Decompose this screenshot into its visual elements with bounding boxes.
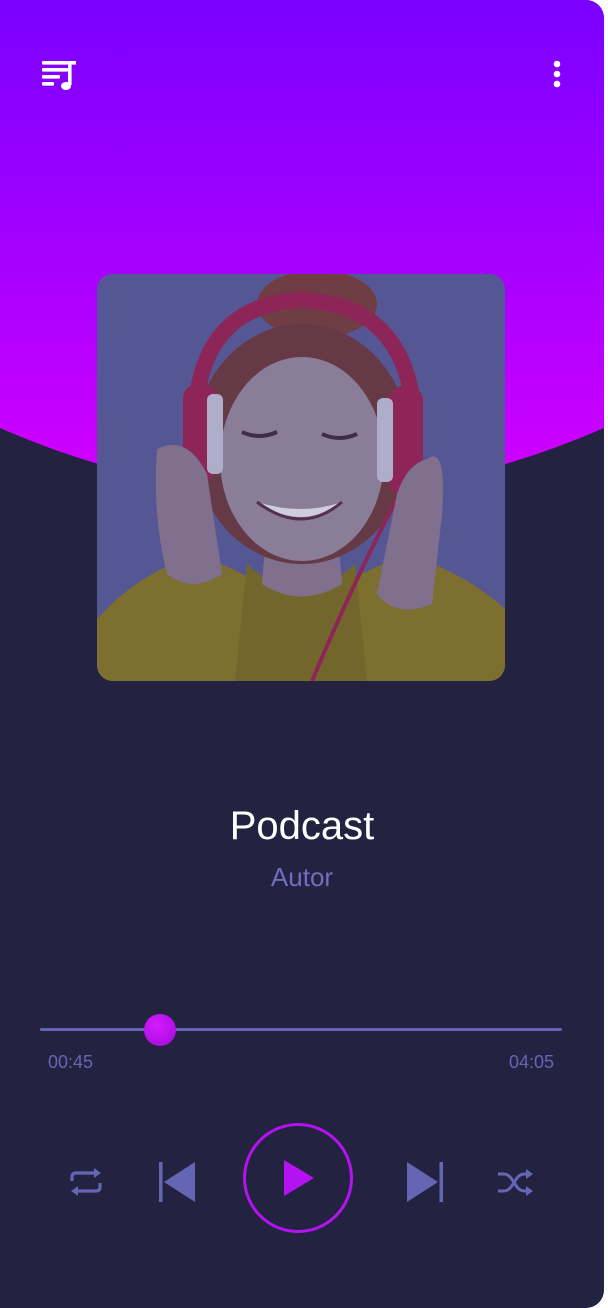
shuffle-button[interactable] [492,1162,538,1202]
playlist-button[interactable] [36,54,80,94]
skip-next-icon [407,1162,443,1202]
progress-thumb[interactable] [144,1014,177,1046]
more-options-button[interactable] [540,54,574,94]
skip-previous-icon [159,1162,195,1202]
total-time: 04:05 [508,1052,554,1072]
progress-track [40,1028,562,1031]
woman-with-headphones-photo [97,274,505,681]
track-title: Podcast [229,804,375,848]
play-icon [284,1160,314,1196]
shuffle-icon [498,1169,533,1196]
repeat-icon [70,1168,102,1196]
more-vertical-icon [553,60,561,88]
repeat-button[interactable] [62,1162,110,1202]
track-author: Autor [270,862,334,892]
elapsed-time: 00:45 [48,1052,94,1072]
play-button[interactable] [243,1123,353,1233]
previous-button[interactable] [152,1156,202,1208]
playlist-music-icon [42,61,76,90]
next-button[interactable] [400,1156,450,1208]
progress-slider[interactable] [40,1012,562,1048]
music-player-screen: Podcast Autor 00:45 04:05 [0,0,604,1308]
album-artwork [97,274,505,681]
